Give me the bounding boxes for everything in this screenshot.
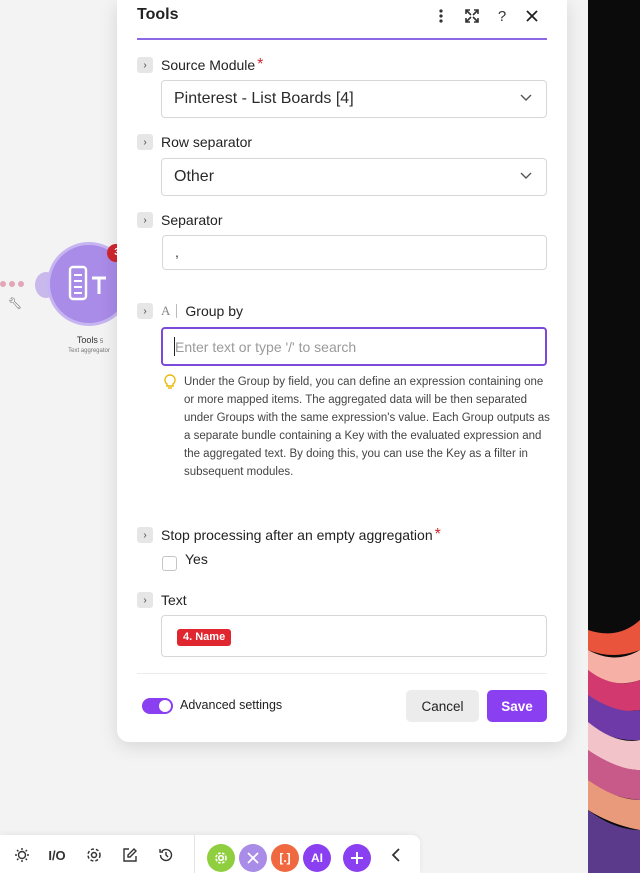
add-icon[interactable] — [343, 844, 371, 872]
toolbar-divider — [194, 835, 195, 873]
text-type-icon: A — [161, 303, 171, 318]
group-by-input[interactable] — [161, 327, 547, 366]
tools-icon[interactable] — [239, 844, 267, 872]
lightbulb-icon[interactable] — [12, 845, 32, 865]
lightbulb-icon — [164, 374, 176, 389]
source-module-select[interactable]: Pinterest - List Boards [4] — [161, 80, 547, 118]
stop-processing-checkbox[interactable] — [162, 556, 177, 571]
bottom-toolbar: I/O [.] AI — [0, 835, 420, 873]
edit-icon[interactable] — [120, 845, 140, 865]
chevron-right-icon[interactable]: › — [137, 134, 153, 150]
checkbox-label[interactable]: Yes — [185, 551, 208, 567]
wrench-icon[interactable]: 🔧︎ — [8, 297, 22, 310]
source-module-value: Pinterest - List Boards [4] — [174, 90, 354, 107]
separator-row: › Separator — [137, 212, 222, 228]
source-module-row: › Source Module * — [137, 56, 263, 74]
module-settings-panel: Tools ? › Source Module * Pinterest - Li… — [117, 0, 567, 742]
expand-icon[interactable] — [462, 6, 482, 26]
advanced-settings-toggle[interactable] — [142, 698, 173, 714]
chevron-right-icon[interactable]: › — [137, 57, 153, 73]
panel-header: Tools ? — [137, 0, 547, 40]
required-marker: * — [257, 56, 264, 73]
separator-label: Separator — [161, 212, 223, 228]
chevron-down-icon — [520, 172, 532, 179]
stop-processing-row: › Stop processing after an empty aggrega… — [137, 526, 441, 544]
node-title: Tools 5 — [76, 335, 104, 345]
stop-processing-label: Stop processing after an empty aggregati… — [161, 527, 433, 543]
mapped-item-tag[interactable]: 4. Name — [177, 629, 232, 646]
source-module-label: Source Module — [161, 57, 256, 73]
text-input[interactable]: 4. Name — [161, 615, 547, 657]
close-icon[interactable] — [522, 6, 542, 26]
group-by-label: Group by — [185, 303, 243, 319]
row-separator-label: Row separator — [161, 134, 253, 150]
group-by-row: › A Group by — [137, 303, 243, 319]
io-button[interactable]: I/O — [47, 845, 67, 865]
text-label: Text — [161, 592, 187, 608]
row-separator-value: Other — [174, 168, 215, 185]
save-button[interactable]: Save — [487, 690, 547, 722]
settings-icon[interactable] — [84, 845, 104, 865]
required-marker: * — [434, 526, 441, 543]
chevron-down-icon — [520, 94, 532, 101]
text-aggregator-icon — [68, 265, 106, 301]
panel-title: Tools — [137, 6, 179, 23]
text-row: › Text — [137, 592, 187, 608]
node-index: 5 — [99, 339, 104, 345]
more-vertical-icon[interactable] — [431, 6, 451, 26]
row-separator-row: › Row separator — [137, 134, 252, 150]
text-cursor — [174, 337, 175, 356]
footer-divider — [137, 673, 547, 674]
background-image — [588, 0, 640, 873]
swirl-art — [588, 620, 640, 873]
chevron-left-icon[interactable] — [386, 845, 406, 865]
help-text: Under the Group by field, you can define… — [184, 376, 550, 478]
gear-icon[interactable] — [207, 844, 235, 872]
chevron-right-icon[interactable]: › — [137, 303, 153, 319]
ai-button[interactable]: AI — [303, 844, 331, 872]
chevron-right-icon[interactable]: › — [137, 212, 153, 228]
row-separator-select[interactable]: Other — [161, 158, 547, 196]
brackets-icon[interactable]: [.] — [271, 844, 299, 872]
cancel-button[interactable]: Cancel — [406, 690, 479, 722]
separator-input[interactable]: , — [162, 235, 547, 270]
node-subtitle: Text aggregator — [68, 348, 110, 354]
chevron-right-icon[interactable]: › — [137, 592, 153, 608]
divider — [176, 304, 178, 318]
history-icon[interactable] — [156, 845, 176, 865]
connection-dots — [0, 281, 24, 287]
help-icon[interactable]: ? — [492, 6, 512, 26]
chevron-right-icon[interactable]: › — [137, 527, 153, 543]
advanced-settings-label: Advanced settings — [180, 698, 283, 712]
